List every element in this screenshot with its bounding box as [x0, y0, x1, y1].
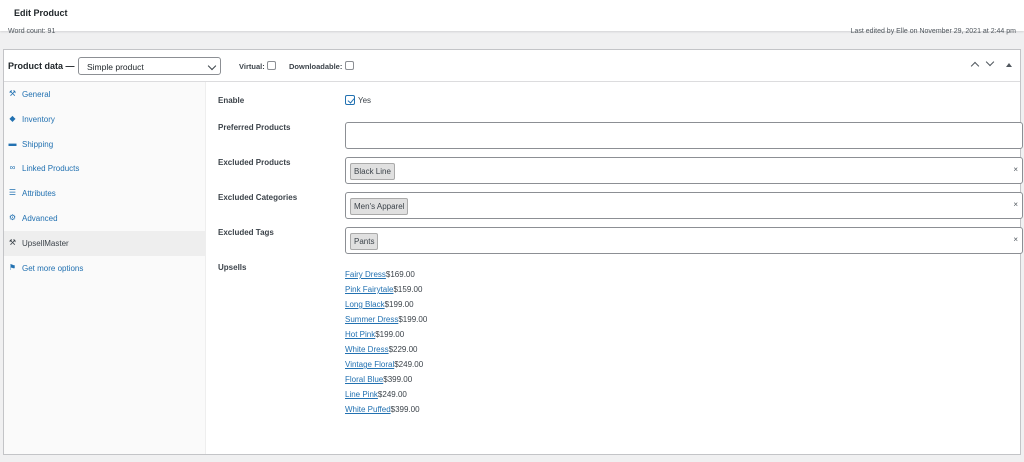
- upsell-item: White Dress$229.00: [345, 345, 427, 360]
- product-data-tabs: ⚒ General ◆ Inventory ▬ Shipping ∞ Linked Produ…: [4, 82, 206, 454]
- top-bar: Edit Product: [0, 0, 1024, 31]
- tab-get-more-options[interactable]: ⚑ Get more options: [4, 256, 205, 281]
- wrench-icon: ⚒: [8, 237, 17, 247]
- tab-label: Linked Products: [22, 164, 80, 174]
- downloadable-label: Downloadable:: [289, 62, 343, 71]
- tab-label: Shipping: [22, 139, 54, 149]
- upsells-label: Upsells: [218, 263, 247, 272]
- tab-linked-products[interactable]: ∞ Linked Products: [4, 156, 205, 181]
- clear-icon[interactable]: ×: [1013, 165, 1018, 174]
- upsell-product-link[interactable]: Pink Fairytale: [345, 285, 393, 294]
- gear-icon: ⚙: [8, 213, 17, 222]
- selected-token[interactable]: Pants: [350, 233, 379, 250]
- product-data-label: Product data —: [8, 61, 75, 71]
- upsell-price: $229.00: [388, 345, 418, 354]
- tab-attributes[interactable]: ☰ Attributes: [4, 181, 205, 206]
- upsell-product-link[interactable]: Fairy Dress: [345, 270, 386, 279]
- tag-icon: ◆: [9, 113, 16, 123]
- excluded-products-input[interactable]: Black Line ×: [345, 157, 1023, 184]
- upsell-price: $159.00: [393, 285, 423, 294]
- virtual-checkbox[interactable]: [267, 61, 276, 70]
- move-up-icon[interactable]: [970, 61, 980, 71]
- upsell-price: $199.00: [398, 315, 428, 324]
- product-data-panel: Product data — Simple product Virtual: D…: [3, 49, 1023, 455]
- tab-advanced[interactable]: ⚙ Advanced: [4, 206, 205, 231]
- tab-label: Get more options: [22, 263, 84, 273]
- enable-label: Enable: [218, 96, 245, 105]
- collapse-toggle-icon[interactable]: [1006, 63, 1012, 67]
- upsell-price: $199.00: [384, 300, 414, 309]
- upsell-item: Fairy Dress$169.00: [345, 270, 427, 285]
- enable-yes-label: Yes: [358, 96, 372, 105]
- tab-shipping[interactable]: ▬ Shipping: [4, 132, 205, 157]
- upsell-item: Hot Pink$199.00: [345, 330, 427, 345]
- upsell-product-link[interactable]: White Dress: [345, 345, 389, 354]
- clear-icon[interactable]: ×: [1013, 200, 1018, 209]
- upsell-price: $169.00: [385, 270, 415, 279]
- plugin-icon: ⚑: [8, 262, 17, 272]
- product-data-header: Product data — Simple product Virtual: D…: [4, 50, 1020, 82]
- page-title: Edit Product: [14, 8, 68, 18]
- product-type-select[interactable]: Simple product: [78, 57, 221, 75]
- tab-upsellmaster[interactable]: ⚒ UpsellMaster: [4, 230, 205, 256]
- upsell-price: $399.00: [383, 375, 413, 384]
- tab-label: Advanced: [22, 214, 58, 223]
- selected-token[interactable]: Men's Apparel: [350, 198, 409, 215]
- excluded-categories-input[interactable]: Men's Apparel ×: [345, 192, 1023, 219]
- upsell-product-link[interactable]: Floral Blue: [345, 375, 383, 384]
- enable-checkbox[interactable]: [345, 95, 355, 105]
- upsell-price: $199.00: [375, 330, 405, 339]
- excluded-products-label: Excluded Products: [218, 158, 291, 167]
- upsellmaster-panel: Enable Yes Preferred Products Excluded P…: [206, 82, 1023, 454]
- upsell-product-link[interactable]: Long Black: [345, 300, 385, 309]
- move-down-icon[interactable]: [985, 57, 995, 67]
- truck-icon: ▬: [8, 138, 17, 148]
- upsell-product-link[interactable]: Vintage Floral: [345, 360, 394, 369]
- chevron-down-icon: [207, 61, 217, 71]
- clear-icon[interactable]: ×: [1013, 235, 1018, 244]
- upsell-item: White Puffed$399.00: [345, 405, 427, 420]
- upsell-product-link[interactable]: Line Pink: [345, 390, 378, 399]
- upsell-item: Summer Dress$199.00: [345, 315, 427, 330]
- link-icon: ∞: [9, 163, 16, 173]
- excluded-tags-input[interactable]: Pants ×: [345, 227, 1023, 254]
- tab-label: UpsellMaster: [22, 238, 69, 248]
- product-type-value: Simple product: [87, 62, 144, 72]
- upsell-product-link[interactable]: Summer Dress: [345, 315, 398, 324]
- upsell-item: Vintage Floral$249.00: [345, 360, 427, 375]
- tab-label: Attributes: [22, 189, 56, 199]
- preferred-products-label: Preferred Products: [218, 123, 291, 132]
- upsell-product-link[interactable]: Hot Pink: [345, 330, 375, 339]
- upsell-product-link[interactable]: White Puffed: [345, 405, 391, 414]
- tab-general[interactable]: ⚒ General: [4, 82, 205, 107]
- tab-inventory[interactable]: ◆ Inventory: [4, 107, 205, 132]
- excluded-categories-label: Excluded Categories: [218, 193, 298, 202]
- upsell-price: $249.00: [377, 390, 407, 399]
- upsell-item: Floral Blue$399.00: [345, 375, 427, 390]
- upsell-item: Pink Fairytale$159.00: [345, 285, 427, 300]
- last-edited-info: Last edited by Elle on November 29, 2021…: [850, 28, 1016, 35]
- virtual-label: Virtual:: [239, 62, 265, 71]
- word-count: Word count: 91: [8, 28, 56, 35]
- wrench-icon: ⚒: [8, 89, 17, 98]
- downloadable-checkbox[interactable]: [345, 61, 354, 70]
- tab-label: Inventory: [22, 114, 55, 124]
- list-icon: ☰: [8, 188, 17, 198]
- tab-label: General: [22, 90, 51, 99]
- preferred-products-input[interactable]: [345, 122, 1023, 149]
- excluded-tags-label: Excluded Tags: [218, 228, 274, 237]
- upsell-price: $399.00: [390, 405, 420, 414]
- upsells-list: Fairy Dress$169.00 Pink Fairytale$159.00 L…: [345, 270, 427, 420]
- upsell-item: Long Black$199.00: [345, 300, 427, 315]
- upsell-price: $249.00: [394, 360, 424, 369]
- upsell-item: Line Pink$249.00: [345, 390, 427, 405]
- selected-token[interactable]: Black Line: [350, 163, 395, 180]
